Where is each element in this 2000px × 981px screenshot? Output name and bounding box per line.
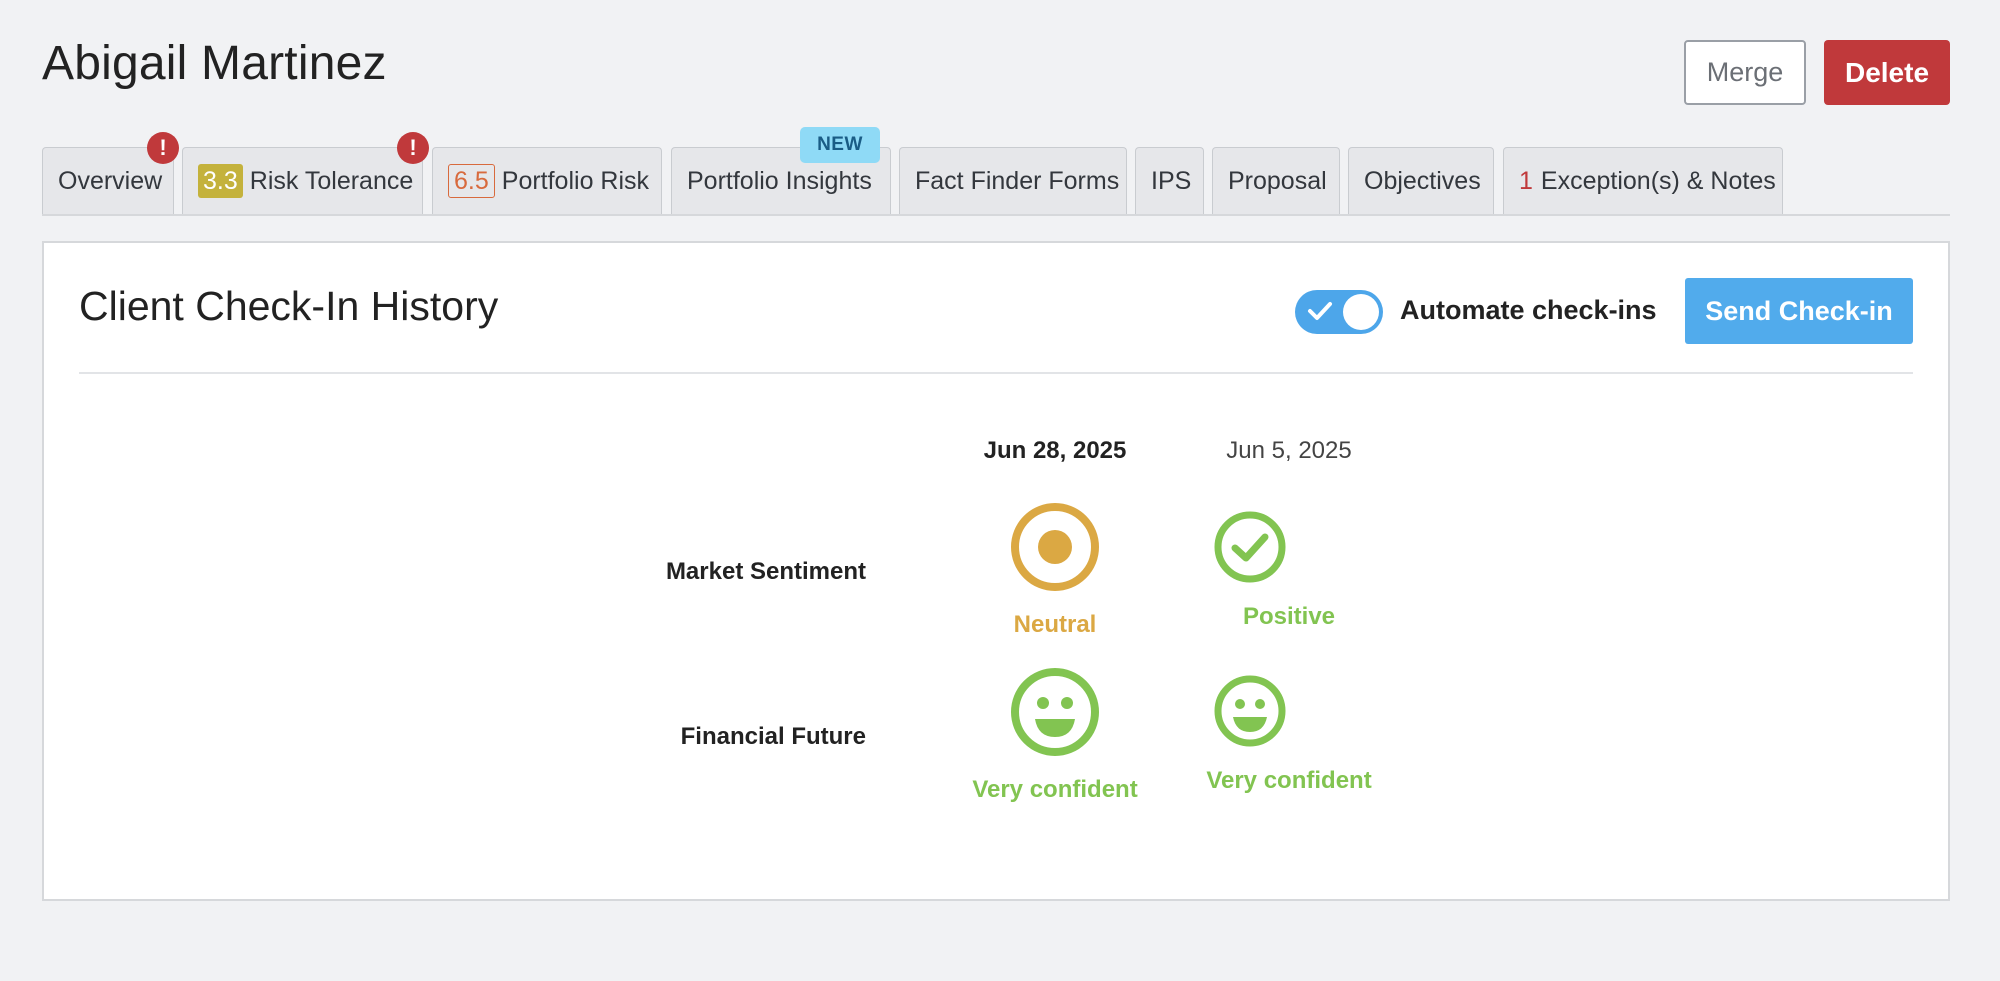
tab-risk-tolerance[interactable]: 3.3 Risk Tolerance <box>182 147 423 214</box>
checkin-date-header: Jun 5, 2025 <box>1226 437 1352 464</box>
tab-ips[interactable]: IPS <box>1135 147 1204 214</box>
tab-label: Fact Finder Forms <box>915 166 1120 195</box>
risk-score-badge: 3.3 <box>198 164 243 198</box>
tab-objectives[interactable]: Objectives <box>1348 147 1494 214</box>
row-label-financial-future: Financial Future <box>680 723 866 750</box>
row-label-market-sentiment: Market Sentiment <box>665 558 866 585</box>
smile-face-icon <box>1214 675 1286 747</box>
status-text: Very confident <box>972 776 1138 803</box>
card-divider <box>79 372 1913 374</box>
delete-button[interactable]: Delete <box>1824 40 1950 105</box>
toggle-knob <box>1343 294 1379 330</box>
neutral-target-icon <box>1011 503 1099 591</box>
smile-face-icon <box>1011 668 1099 756</box>
tab-exceptions-notes[interactable]: 1 Exception(s) & Notes <box>1503 147 1783 214</box>
tab-fact-finder-forms[interactable]: Fact Finder Forms <box>899 147 1127 214</box>
check-icon <box>1308 302 1332 320</box>
tab-label: Risk Tolerance <box>249 166 414 195</box>
tabs-divider <box>42 214 1950 216</box>
status-text: Positive <box>1242 603 1336 630</box>
automate-checkins-label: Automate check-ins <box>1400 295 1657 325</box>
portfolio-risk-score-badge: 6.5 <box>448 164 495 198</box>
tab-label: IPS <box>1151 166 1192 195</box>
alert-icon: ! <box>397 132 429 164</box>
new-badge: NEW <box>800 127 880 163</box>
tab-proposal[interactable]: Proposal <box>1212 147 1340 214</box>
merge-button[interactable]: Merge <box>1684 40 1806 105</box>
client-name-title: Abigail Martinez <box>42 37 387 90</box>
tab-label: Objectives <box>1364 166 1481 195</box>
exceptions-count: 1 <box>1519 166 1533 195</box>
checkin-date-header: Jun 28, 2025 <box>983 437 1127 464</box>
status-text: Very confident <box>1206 767 1372 794</box>
alert-icon: ! <box>147 132 179 164</box>
tab-label: Portfolio Insights <box>687 166 872 195</box>
send-checkin-button[interactable]: Send Check-in <box>1685 278 1913 344</box>
automate-checkins-toggle[interactable] <box>1295 290 1383 334</box>
tab-label: Overview <box>58 166 163 195</box>
checkin-history-card: Client Check-In History Automate check-i… <box>42 241 1950 901</box>
section-title: Client Check-In History <box>79 283 499 329</box>
check-circle-icon <box>1214 511 1286 583</box>
status-text: Neutral <box>1013 611 1097 638</box>
tab-label: Proposal <box>1228 166 1327 195</box>
tab-portfolio-risk[interactable]: 6.5 Portfolio Risk <box>432 147 662 214</box>
tab-label: Exception(s) & Notes <box>1540 166 1776 195</box>
tab-label: Portfolio Risk <box>501 166 650 195</box>
